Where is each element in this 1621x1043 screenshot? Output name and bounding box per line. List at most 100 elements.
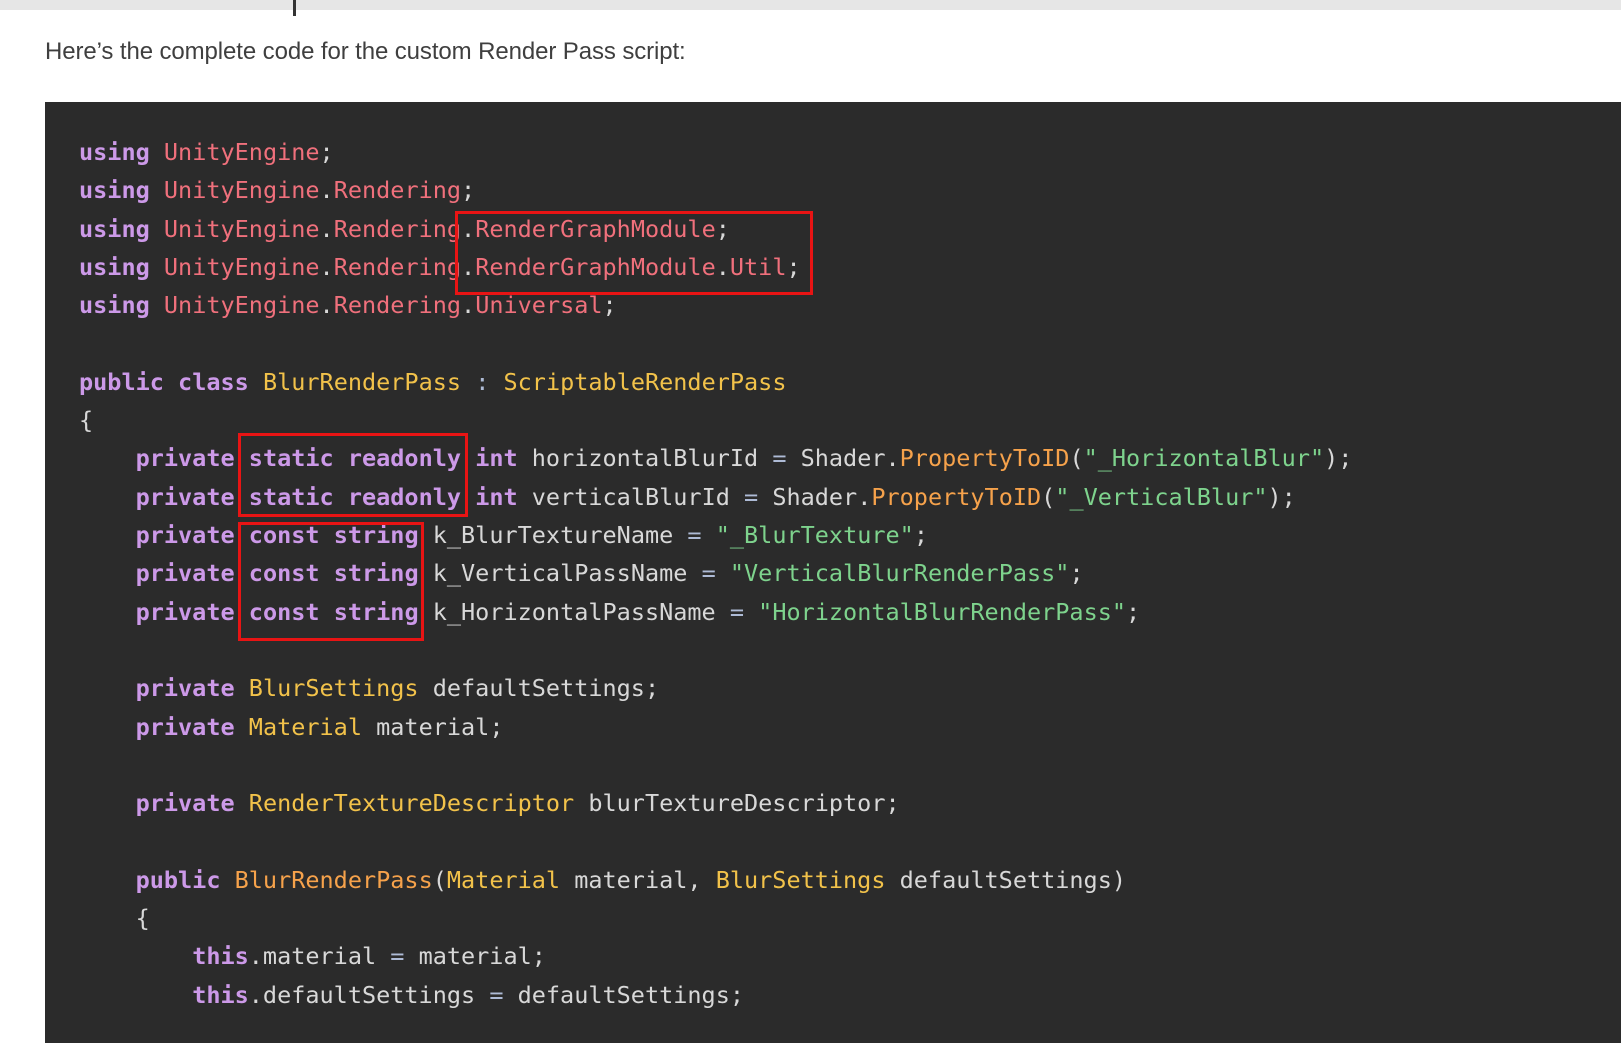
code-line: private BlurSettings defaultSettings;: [79, 673, 660, 703]
code-line: using UnityEngine;: [79, 137, 334, 167]
code-token: defaultSettings): [885, 865, 1127, 894]
code-token: material;: [361, 712, 504, 741]
code-token: string: [333, 521, 419, 549]
code-token: =: [744, 482, 759, 511]
code-token: class: [178, 367, 249, 396]
code-line: this.material = material;: [79, 941, 546, 971]
code-token: const: [248, 559, 320, 588]
code-token: UnityEngine: [163, 252, 320, 281]
code-token: BlurRenderPass: [262, 367, 462, 396]
code-token: {: [135, 904, 150, 932]
code-line: private static readonly int horizontalBl…: [79, 443, 1353, 473]
code-token: ;: [602, 291, 617, 320]
code-token: =: [390, 942, 405, 971]
code-token: PropertyToID: [871, 482, 1042, 511]
code-line: private RenderTextureDescriptor blurText…: [79, 788, 900, 818]
code-token: public: [79, 367, 164, 396]
code-token: "VerticalBlurRenderPass": [729, 559, 1070, 588]
code-token: horizontalBlurId: [517, 444, 773, 473]
code-token: this: [192, 980, 249, 1009]
code-token: Universal: [475, 291, 603, 320]
code-line: private const string k_VerticalPassName …: [79, 558, 1084, 588]
code-token: =: [772, 444, 787, 473]
code-token: const: [248, 521, 320, 549]
code-block[interactable]: using UnityEngine; using UnityEngine.Rend…: [45, 102, 1621, 1043]
code-token: this: [192, 942, 249, 971]
code-token: defaultSettings;: [418, 674, 660, 703]
code-token: (: [1069, 444, 1084, 473]
code-token: (: [1041, 482, 1056, 511]
code-token: =: [687, 521, 702, 549]
code-token: material;: [404, 942, 546, 971]
code-token: k_HorizontalPassName: [418, 597, 730, 626]
code-token: .: [715, 252, 730, 281]
code-token: PropertyToID: [899, 444, 1070, 473]
code-line: using UnityEngine.Rendering;: [79, 175, 475, 205]
code-token: private: [135, 482, 235, 511]
code-line: this.defaultSettings = defaultSettings;: [79, 980, 744, 1010]
code-token: Rendering: [333, 214, 462, 243]
code-token: Shader.: [786, 444, 900, 473]
code-token: BlurRenderPass: [234, 865, 433, 894]
code-token: public: [135, 865, 221, 894]
code-token: UnityEngine: [163, 138, 320, 166]
code-token: ;: [1126, 597, 1141, 626]
code-token: private: [135, 444, 235, 473]
code-token: Shader.: [758, 482, 872, 511]
code-line: public BlurRenderPass(Material material,…: [79, 865, 1126, 895]
code-token: .: [319, 291, 334, 320]
code-token: int: [475, 482, 518, 511]
code-token: Material: [446, 865, 561, 894]
code-line: using UnityEngine.Rendering.Universal;: [79, 290, 617, 320]
code-token: int: [475, 444, 518, 473]
code-token: private: [135, 712, 235, 741]
code-token: UnityEngine: [163, 176, 320, 205]
code-token: UnityEngine: [163, 214, 320, 243]
code-token: .defaultSettings: [248, 980, 490, 1009]
code-token: BlurSettings: [248, 674, 419, 703]
code-token: using: [79, 291, 150, 320]
code-token: .: [319, 252, 334, 281]
code-token: using: [79, 176, 150, 205]
code-token: Rendering: [333, 291, 462, 320]
code-token: Rendering: [333, 252, 462, 281]
code-token: );: [1267, 482, 1296, 511]
code-token: private: [135, 789, 235, 818]
code-line: private const string k_HorizontalPassNam…: [79, 597, 1141, 627]
code-token: static: [248, 482, 334, 511]
code-line: private const string k_BlurTextureName =…: [79, 520, 928, 550]
code-line: private static readonly int verticalBlur…: [79, 482, 1296, 512]
code-token: RenderGraphModule: [475, 252, 716, 281]
code-token: ;: [786, 252, 801, 281]
code-token: .: [319, 176, 334, 205]
code-token: "_BlurTexture": [715, 521, 914, 549]
code-line: {: [79, 405, 93, 435]
code-token: using: [79, 252, 150, 281]
code-token: readonly: [347, 444, 462, 473]
code-token: readonly: [347, 482, 462, 511]
code-token: .: [461, 291, 476, 320]
code-token: private: [135, 521, 235, 549]
